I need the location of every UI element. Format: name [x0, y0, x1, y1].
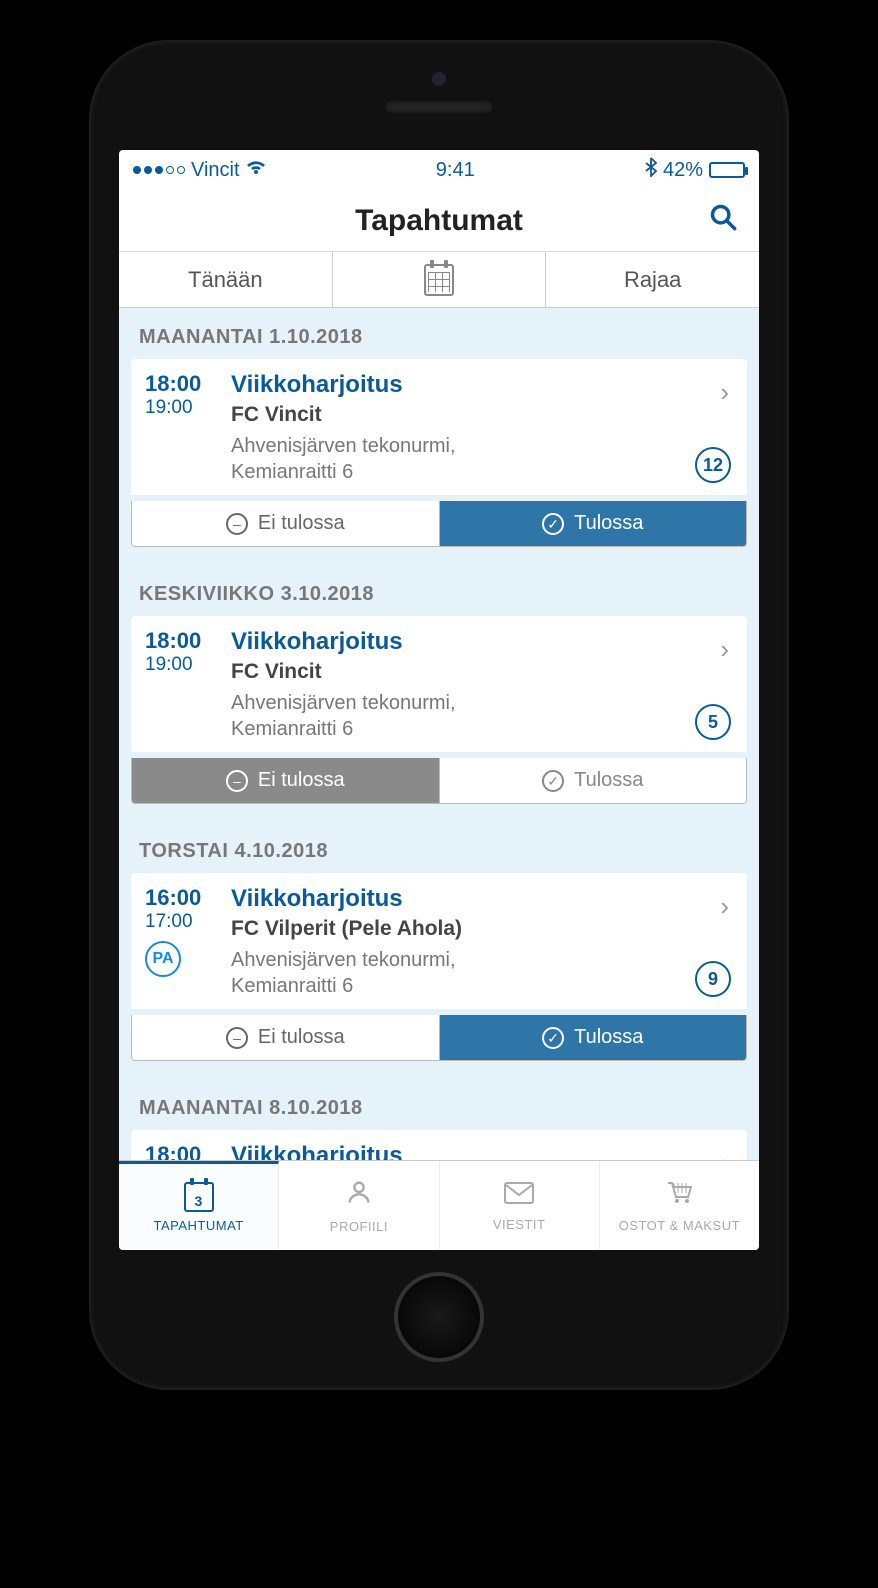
filter-bar: Tänään Rajaa — [119, 252, 759, 308]
rsvp-yes-label: Tulossa — [574, 512, 643, 535]
event-title: Viikkoharjoitus — [231, 1142, 733, 1160]
attendee-count[interactable]: 5 — [695, 704, 731, 740]
filter-limit[interactable]: Rajaa — [546, 252, 759, 307]
tab-label: VIESTIT — [493, 1217, 546, 1232]
chevron-right-icon: › — [720, 377, 729, 408]
tab-messages[interactable]: VIESTIT — [440, 1161, 600, 1250]
user-icon — [345, 1178, 373, 1213]
chevron-right-icon: › — [720, 634, 729, 665]
event-location-line1: Ahvenisjärven tekonurmi, — [231, 690, 733, 716]
event-team: FC Vincit — [231, 660, 733, 684]
event-end-time: 19:00 — [145, 654, 217, 676]
minus-circle-icon: – — [226, 770, 248, 792]
calendar-icon — [424, 264, 454, 296]
event-card[interactable]: 16:00 17:00 PA Viikkoharjoitus FC Vilper… — [131, 873, 747, 1009]
minus-circle-icon: – — [226, 513, 248, 535]
tab-label: OSTOT & MAKSUT — [619, 1218, 740, 1233]
mail-icon — [504, 1179, 534, 1211]
event-start-time: 18:00 — [145, 371, 217, 397]
event-card[interactable]: 18:00 19:00 Viikkoharjoitus FC Vincit Ah… — [131, 359, 747, 495]
page-title: Tapahtumat — [355, 204, 523, 238]
event-team: FC Vilperit (Pele Ahola) — [231, 917, 733, 941]
rsvp-bar: – Ei tulossa ✓ Tulossa — [131, 1015, 747, 1061]
event-title: Viikkoharjoitus — [231, 628, 733, 656]
rsvp-coming[interactable]: ✓ Tulossa — [440, 501, 747, 546]
day-header: MAANANTAI 1.10.2018 — [119, 308, 759, 359]
carrier-label: Vincit — [191, 159, 240, 182]
app-header: Tapahtumat — [119, 190, 759, 252]
event-team: FC Vincit — [231, 403, 733, 427]
battery-icon — [709, 162, 745, 178]
chevron-right-icon: › — [720, 1148, 729, 1160]
rsvp-coming[interactable]: ✓ Tulossa — [440, 1015, 747, 1060]
event-card[interactable]: 18:00 19:00 Viikkoharjoitus FC Vincit Ah… — [131, 616, 747, 752]
home-button[interactable] — [394, 1272, 484, 1362]
check-circle-icon: ✓ — [542, 770, 564, 792]
rsvp-no-label: Ei tulossa — [258, 512, 345, 535]
bluetooth-icon — [645, 157, 657, 183]
tab-label: TAPAHTUMAT — [154, 1218, 244, 1233]
event-title: Viikkoharjoitus — [231, 885, 733, 913]
screen: Vincit 9:41 42% Tapahtumat Tänä — [119, 150, 759, 1250]
rsvp-coming[interactable]: ✓ Tulossa — [440, 758, 747, 803]
rsvp-no-label: Ei tulossa — [258, 769, 345, 792]
tab-purchases[interactable]: OSTOT & MAKSUT — [600, 1161, 759, 1250]
event-start-time: 16:00 — [145, 885, 217, 911]
event-location-line2: Kemianraitti 6 — [231, 973, 733, 999]
event-card[interactable]: 18:00 19:00 Viikkoharjoitus › — [131, 1130, 747, 1160]
event-start-time: 18:00 — [145, 628, 217, 654]
tab-label: PROFIILI — [330, 1219, 388, 1234]
rsvp-not-coming[interactable]: – Ei tulossa — [132, 1015, 440, 1060]
tab-events[interactable]: 3 TAPAHTUMAT — [119, 1161, 279, 1250]
rsvp-not-coming[interactable]: – Ei tulossa — [132, 758, 440, 803]
day-header: MAANANTAI 8.10.2018 — [119, 1079, 759, 1130]
phone-speaker — [384, 100, 494, 114]
phone-camera — [432, 72, 446, 86]
calendar-icon: 3 — [184, 1182, 214, 1212]
wifi-icon — [246, 160, 266, 181]
event-title: Viikkoharjoitus — [231, 371, 733, 399]
cart-icon — [664, 1179, 694, 1212]
attendee-count[interactable]: 9 — [695, 961, 731, 997]
phone-frame: Vincit 9:41 42% Tapahtumat Tänä — [89, 40, 789, 1390]
event-location-line2: Kemianraitti 6 — [231, 716, 733, 742]
battery-pct: 42% — [663, 159, 703, 182]
check-circle-icon: ✓ — [542, 513, 564, 535]
rsvp-no-label: Ei tulossa — [258, 1026, 345, 1049]
avatar-initials: PA — [145, 941, 181, 977]
event-location-line1: Ahvenisjärven tekonurmi, — [231, 433, 733, 459]
rsvp-bar: – Ei tulossa ✓ Tulossa — [131, 758, 747, 804]
event-end-time: 17:00 — [145, 911, 217, 933]
event-end-time: 19:00 — [145, 397, 217, 419]
rsvp-yes-label: Tulossa — [574, 769, 643, 792]
tab-profile[interactable]: PROFIILI — [279, 1161, 439, 1250]
search-icon[interactable] — [709, 203, 737, 239]
status-bar: Vincit 9:41 42% — [119, 150, 759, 190]
day-header: KESKIVIIKKO 3.10.2018 — [119, 565, 759, 616]
status-time: 9:41 — [436, 159, 475, 182]
chevron-right-icon: › — [720, 891, 729, 922]
day-header: TORSTAI 4.10.2018 — [119, 822, 759, 873]
rsvp-not-coming[interactable]: – Ei tulossa — [132, 501, 440, 546]
filter-calendar[interactable] — [333, 252, 547, 307]
rsvp-bar: – Ei tulossa ✓ Tulossa — [131, 501, 747, 547]
event-start-time: 18:00 — [145, 1142, 217, 1160]
minus-circle-icon: – — [226, 1027, 248, 1049]
filter-today[interactable]: Tänään — [119, 252, 333, 307]
event-list[interactable]: MAANANTAI 1.10.2018 18:00 19:00 Viikkoha… — [119, 308, 759, 1160]
check-circle-icon: ✓ — [542, 1027, 564, 1049]
event-location-line2: Kemianraitti 6 — [231, 459, 733, 485]
tab-bar: 3 TAPAHTUMAT PROFIILI VIESTIT OSTOT & M — [119, 1160, 759, 1250]
signal-dots-icon — [133, 166, 185, 174]
event-location-line1: Ahvenisjärven tekonurmi, — [231, 947, 733, 973]
rsvp-yes-label: Tulossa — [574, 1026, 643, 1049]
attendee-count[interactable]: 12 — [695, 447, 731, 483]
